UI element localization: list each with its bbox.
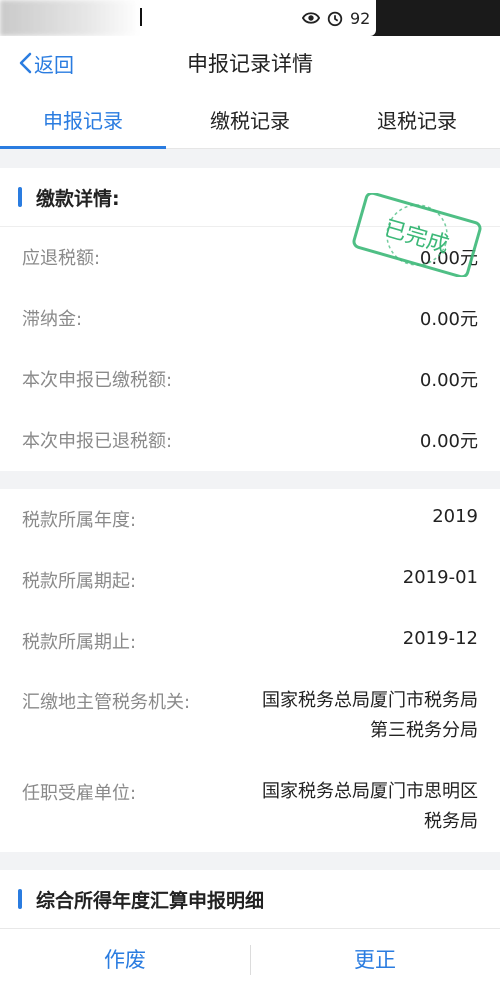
tab-label: 缴税记录	[210, 108, 290, 133]
row-label: 本次申报已退税额:	[22, 431, 173, 452]
section-accent-bar	[18, 187, 22, 207]
tab-payment-records[interactable]: 缴税记录	[167, 90, 333, 148]
payment-details-header: 缴款详情:	[0, 168, 500, 227]
eye-icon	[302, 12, 320, 24]
detail-row-refunded-tax: 本次申报已退税额: 0.00元	[0, 410, 500, 471]
detail-row-tax-authority: 汇缴地主管税务机关: 国家税务总局厦门市税务局第三税务分局	[0, 672, 500, 763]
annual-summary-header: 综合所得年度汇算申报明细	[0, 870, 500, 928]
tax-info-card: 税款所属年度: 2019 税款所属期起: 2019-01 税款所属期止: 201…	[0, 489, 500, 852]
row-value: 国家税务总局厦门市税务局第三税务分局	[262, 690, 478, 741]
section-title: 综合所得年度汇算申报明细	[36, 889, 265, 912]
detail-row-period-start: 税款所属期起: 2019-01	[0, 550, 500, 611]
detail-row-employer: 任职受雇单位: 国家税务总局厦门市思明区税务局	[0, 763, 500, 854]
bottom-action-bar: 作废 更正	[0, 928, 500, 1001]
row-label: 本次申报已缴税额:	[22, 370, 173, 391]
row-label: 税款所属年度:	[22, 510, 137, 531]
detail-row-period-end: 税款所属期止: 2019-12	[0, 611, 500, 672]
row-value: 0.00元	[419, 309, 478, 330]
tab-label: 申报记录	[43, 108, 123, 133]
section-title: 缴款详情:	[36, 187, 120, 210]
detail-row-tax-year: 税款所属年度: 2019	[0, 489, 500, 550]
row-value: 0.00元	[419, 248, 478, 269]
section-accent-bar	[18, 889, 22, 909]
row-label: 任职受雇单位:	[22, 783, 137, 804]
detail-row-paid-tax: 本次申报已缴税额: 0.00元	[0, 349, 500, 410]
active-tab-indicator	[0, 146, 166, 149]
detail-row-refund-amount: 应退税额: 0.00元	[0, 227, 500, 288]
annual-summary-card: 综合所得年度汇算申报明细	[0, 870, 500, 928]
correct-button[interactable]: 更正	[250, 929, 500, 989]
payment-details-card: 缴款详情: 应退税额: 0.00元 滞纳金: 0.00元 本次申报已缴税额: 0…	[0, 168, 500, 471]
status-bar-divider	[140, 8, 142, 26]
row-value: 国家税务总局厦门市思明区税务局	[262, 781, 478, 832]
row-label: 税款所属期止:	[22, 632, 137, 653]
alarm-icon	[327, 11, 343, 27]
nav-bar: 返回 申报记录详情	[0, 36, 500, 90]
row-label: 汇缴地主管税务机关:	[22, 692, 191, 713]
tab-label: 退税记录	[377, 108, 457, 133]
tab-declaration-records[interactable]: 申报记录	[0, 90, 166, 149]
row-value: 2019-01	[402, 567, 478, 588]
tab-bar: 申报记录 缴税记录 退税记录	[0, 90, 500, 149]
row-label: 应退税额:	[22, 248, 101, 269]
row-value: 2019	[432, 506, 478, 527]
row-value: 2019-12	[402, 628, 478, 649]
battery-percentage: 92	[350, 8, 371, 28]
tab-refund-records[interactable]: 退税记录	[334, 90, 500, 148]
page-title: 申报记录详情	[187, 52, 313, 76]
status-icons: 92	[296, 0, 377, 36]
row-value: 0.00元	[419, 370, 478, 391]
status-bar-blurred-area	[0, 0, 140, 36]
status-bar: 92	[0, 0, 500, 36]
row-value: 0.00元	[419, 431, 478, 452]
void-button[interactable]: 作废	[0, 929, 250, 989]
detail-row-late-fee: 滞纳金: 0.00元	[0, 288, 500, 349]
row-label: 税款所属期起:	[22, 571, 137, 592]
row-label: 滞纳金:	[22, 309, 83, 330]
